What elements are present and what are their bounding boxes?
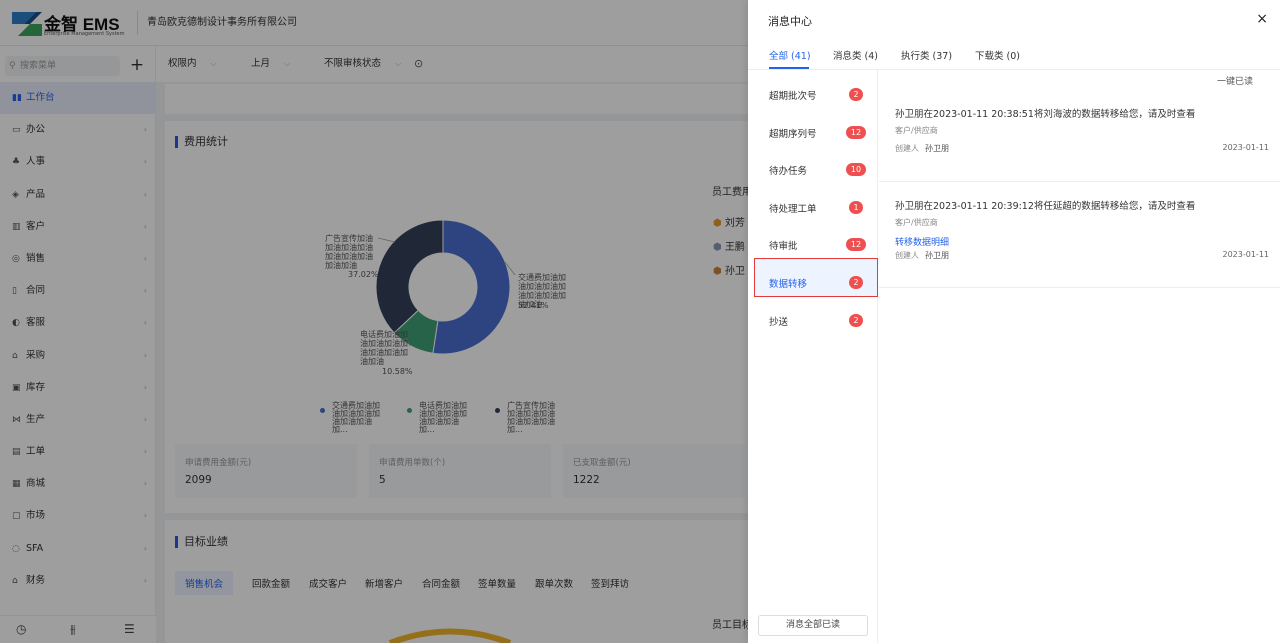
count-badge: 1 [849,201,863,214]
category-list: 超期批次号 2 超期序列号 12 待办任务 10 待处理工单 1 待审批 12 数据转移 2 抄送 2 消… [748,70,878,643]
message-date: 2023-01-11 [1222,143,1270,152]
message-text: 孙卫朋在2023-01-11 20:38:51将刘海波的数据转移给您，请及时查看 [895,109,1196,120]
category-item[interactable]: 待审批 [769,238,798,252]
category-item[interactable]: 超期批次号 [769,88,817,102]
one-click-read-button[interactable]: 一键已读 [1217,74,1253,87]
modal-overlay[interactable] [0,0,748,643]
message-date: 2023-01-11 [1222,250,1270,259]
creator-name: 孙卫朋 [925,251,949,260]
category-item[interactable]: 待办任务 [769,163,807,177]
count-badge: 2 [849,276,863,289]
count-badge: 2 [849,314,863,327]
transfer-detail-link[interactable]: 转移数据明细 [895,235,949,248]
count-badge: 10 [846,163,866,176]
category-item[interactable]: 待处理工单 [769,201,817,215]
mark-all-read-button[interactable]: 消息全部已读 [758,615,868,636]
message-center-panel: 消息中心 × 全部 (41) 消息类 (4) 执行类 (37) 下载类 (0) … [748,0,1280,643]
creator-label: 创建人 [895,144,919,153]
message-item[interactable]: 孙卫朋在2023-01-11 20:39:12将任延超的数据转移给您，请及时查看… [879,182,1280,288]
panel-title: 消息中心 [768,15,812,28]
tab-execution[interactable]: 执行类 (37) [901,48,952,62]
message-creator: 创建人 孙卫朋 [895,250,949,261]
category-item[interactable]: 数据转移 [769,276,807,290]
message-type: 客户/供应商 [895,126,938,135]
message-item[interactable]: 孙卫朋在2023-01-11 20:38:51将刘海波的数据转移给您，请及时查看… [879,94,1280,182]
close-icon[interactable]: × [1256,11,1268,27]
tab-message[interactable]: 消息类 (4) [833,48,878,62]
count-badge: 2 [849,88,863,101]
message-type: 客户/供应商 [895,218,938,227]
creator-name: 孙卫朋 [925,144,949,153]
creator-label: 创建人 [895,251,919,260]
category-item[interactable]: 抄送 [769,314,788,328]
tab-download[interactable]: 下载类 (0) [975,48,1020,62]
count-badge: 12 [846,238,866,251]
message-text: 孙卫朋在2023-01-11 20:39:12将任延超的数据转移给您，请及时查看 [895,201,1196,212]
tab-all[interactable]: 全部 (41) [769,48,811,62]
message-creator: 创建人 孙卫朋 [895,143,949,154]
category-item[interactable]: 超期序列号 [769,126,817,140]
count-badge: 12 [846,126,866,139]
